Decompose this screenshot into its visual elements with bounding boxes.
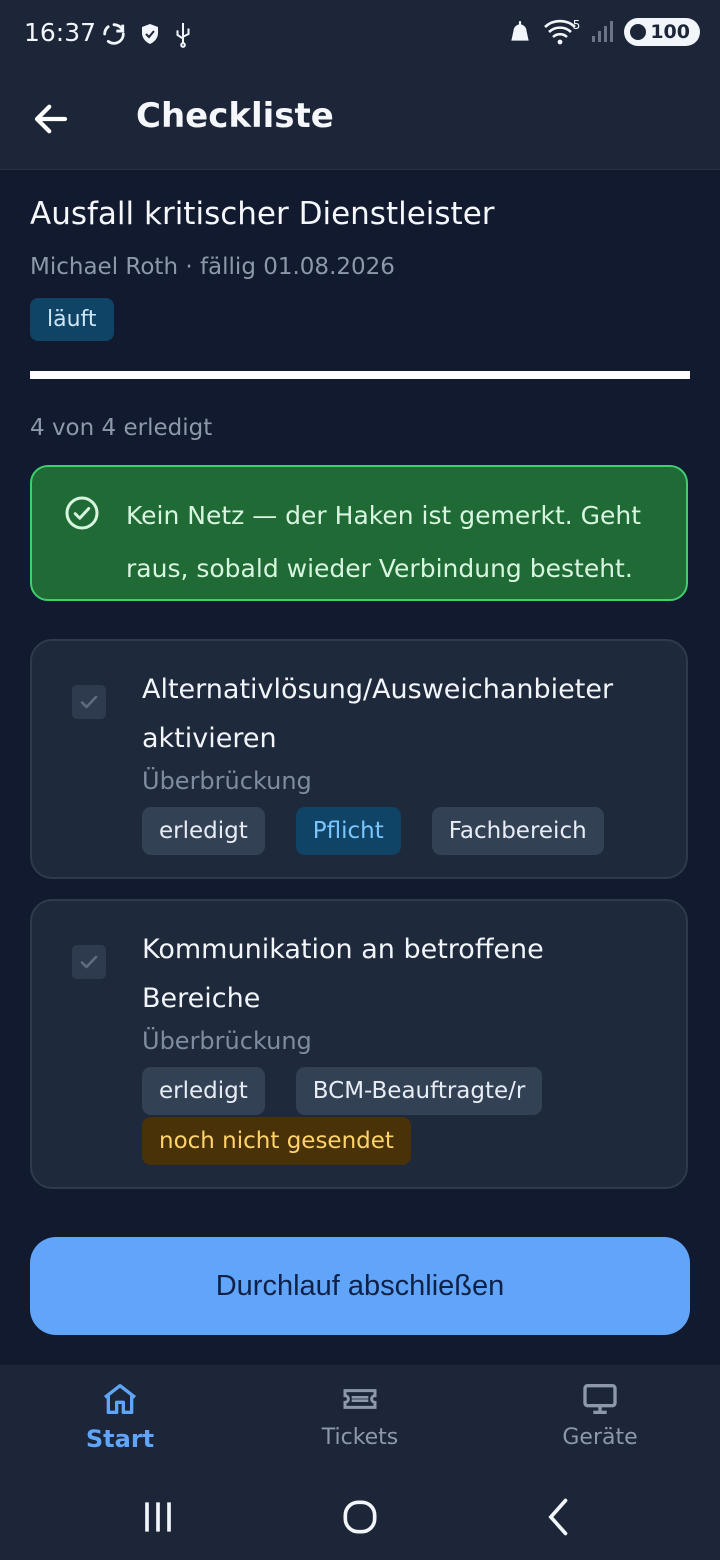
wifi-icon <box>543 19 576 45</box>
finish-run-button[interactable]: Durchlauf abschließen <box>30 1237 690 1335</box>
signal-icon <box>592 21 614 42</box>
task-card[interactable]: Alternativlösung/Ausweichanbieter aktivi… <box>30 639 688 879</box>
offline-notice: Kein Netz — der Haken ist gemerkt. Geht … <box>30 465 688 601</box>
task-chips: erledigt Pflicht Fachbereich <box>142 807 662 855</box>
battery-level: 100 <box>650 21 690 43</box>
network-badge: 5 <box>572 18 581 32</box>
arrow-left-icon[interactable] <box>30 98 72 140</box>
status-time: 16:37 <box>24 18 97 47</box>
recents-icon[interactable] <box>136 1495 180 1539</box>
nav-item-start[interactable]: Start <box>40 1379 200 1453</box>
task-title: Alternativlösung/Ausweichanbieter aktivi… <box>142 674 614 754</box>
checkmark-icon <box>80 955 98 969</box>
nav-label: Tickets <box>321 1425 399 1450</box>
nav-label: Start <box>85 1425 155 1453</box>
status-bar: 16:37 5 100 <box>0 0 720 68</box>
progress-text: 4 von 4 erledigt <box>30 415 213 441</box>
chip-status: erledigt <box>142 1067 265 1115</box>
nav-label: Geräte <box>562 1425 638 1450</box>
monitor-icon <box>583 1384 617 1414</box>
task-card[interactable]: Kommunikation an betroffene Bereiche Übe… <box>30 899 688 1189</box>
app-bar: Checkliste <box>0 68 720 170</box>
nav-item-geraete[interactable]: Geräte <box>520 1379 680 1450</box>
battery-shield-icon <box>630 24 647 40</box>
checklist-title: Ausfall kritischer Dienstleister <box>30 196 495 232</box>
main-content: Ausfall kritischer Dienstleister Michael… <box>30 170 690 1189</box>
chip-role: BCM-Beauftragte/r <box>295 1067 543 1115</box>
status-icons-right: 5 100 <box>507 18 700 46</box>
checklist-meta: Michael Roth · fällig 01.08.2026 <box>30 254 395 280</box>
chip-role: Fachbereich <box>431 807 604 855</box>
page-title: Checkliste <box>136 96 334 136</box>
progress-bar <box>30 371 690 379</box>
home-icon <box>103 1384 137 1414</box>
task-category: Überbrückung <box>142 767 312 795</box>
checkmark-icon <box>80 695 98 709</box>
alarm-icon <box>511 21 529 41</box>
status-badge: läuft <box>30 298 114 341</box>
back-chevron-icon[interactable] <box>538 1495 582 1539</box>
task-title: Kommunikation an betroffene Bereiche <box>142 934 544 1014</box>
notice-text: Kein Netz — der Haken ist gemerkt. Geht … <box>126 501 642 583</box>
task-checkbox[interactable] <box>72 685 106 719</box>
nav-item-tickets[interactable]: Tickets <box>280 1379 440 1450</box>
sync-icon <box>103 23 125 45</box>
check-circle-icon <box>65 496 99 530</box>
battery-indicator: 100 <box>624 18 700 46</box>
ticket-icon <box>343 1389 377 1409</box>
usb-icon <box>176 23 190 48</box>
bottom-nav: Start Tickets Geräte <box>0 1365 720 1475</box>
shield-icon <box>142 24 158 44</box>
status-icons-left <box>100 20 194 48</box>
home-circle-icon[interactable] <box>338 1495 382 1539</box>
progress-fill <box>30 371 690 379</box>
task-checkbox[interactable] <box>72 945 106 979</box>
system-nav <box>0 1475 720 1560</box>
task-category: Überbrückung <box>142 1027 312 1055</box>
chip-status: erledigt <box>142 807 265 855</box>
chip-send-status: noch nicht gesendet <box>142 1117 411 1165</box>
task-chips: erledigt BCM-Beauftragte/r noch nicht ge… <box>142 1067 662 1165</box>
chip-required: Pflicht <box>295 807 401 855</box>
